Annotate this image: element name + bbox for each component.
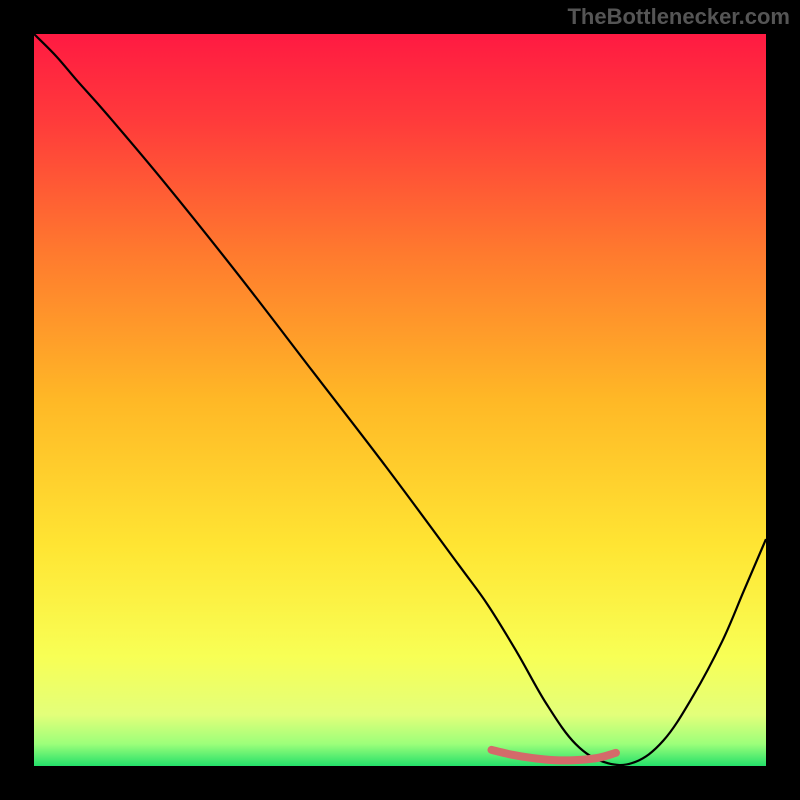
chart-background — [34, 34, 766, 766]
chart-svg — [34, 34, 766, 766]
plot-area — [34, 34, 766, 766]
chart-frame: TheBottlenecker.com — [0, 0, 800, 800]
watermark-text: TheBottlenecker.com — [567, 4, 790, 30]
